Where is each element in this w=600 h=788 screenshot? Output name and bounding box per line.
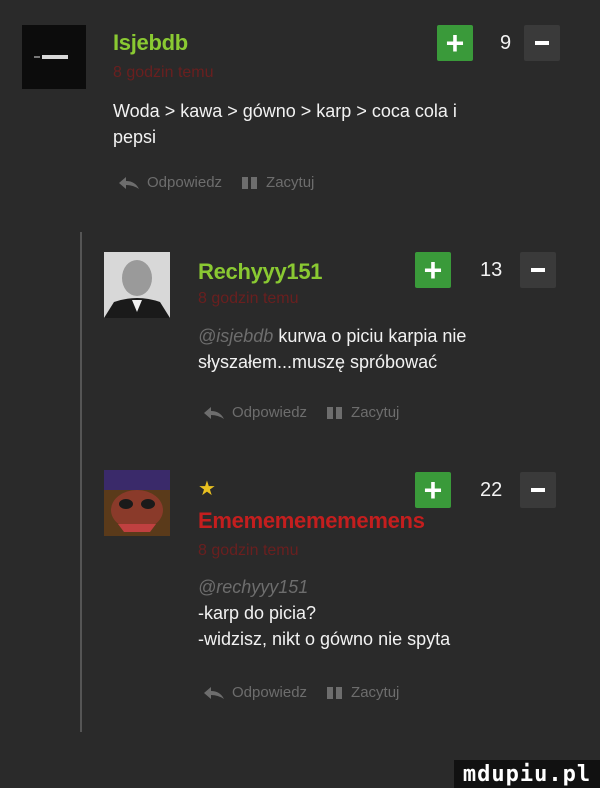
watermark: mdupiu.pl: [454, 760, 600, 788]
comment-line: słyszałem...muszę spróbować: [198, 352, 438, 372]
upvote-button[interactable]: +: [415, 252, 451, 288]
quote-button[interactable]: Zacytuj: [325, 684, 399, 701]
reply-button[interactable]: Odpowiedz: [202, 684, 307, 701]
comment-text: @rechyyy151 -karp do picia? -widzisz, ni…: [198, 574, 578, 652]
comment-line: pepsi: [113, 127, 157, 147]
quote-icon: [242, 176, 258, 189]
downvote-button[interactable]: [524, 25, 560, 61]
star-icon: ★: [198, 478, 216, 500]
vote-score: 13: [480, 259, 503, 281]
timestamp: 8 godzin temu: [113, 64, 214, 81]
avatar-image: [22, 25, 86, 89]
reply-button[interactable]: Odpowiedz: [117, 174, 222, 191]
avatar[interactable]: [104, 252, 170, 318]
timestamp: 8 godzin temu: [198, 290, 299, 307]
mention-link[interactable]: @isjebdb: [198, 326, 273, 346]
quote-icon: [327, 406, 343, 419]
vote-score: 9: [500, 32, 512, 54]
quote-label: Zacytuj: [351, 684, 400, 701]
comment-line: -widzisz, nikt o gówno nie spyta: [198, 629, 451, 649]
avatar[interactable]: [22, 25, 86, 89]
avatar-image: [104, 252, 170, 318]
quote-button[interactable]: Zacytuj: [325, 404, 399, 421]
avatar[interactable]: [104, 470, 170, 536]
thread-line: [80, 232, 82, 732]
downvote-button[interactable]: [520, 472, 556, 508]
comment-actions: Odpowiedz Zacytuj: [117, 174, 314, 191]
quote-label: Zacytuj: [351, 404, 400, 421]
downvote-button[interactable]: [520, 252, 556, 288]
minus-icon: [535, 41, 549, 45]
username[interactable]: Isjebdb: [113, 30, 188, 56]
reply-button[interactable]: Odpowiedz: [202, 404, 307, 421]
reply-arrow-icon: [204, 686, 224, 699]
username[interactable]: Ememememememens: [198, 508, 425, 534]
comment-line: -karp do picia?: [198, 603, 317, 623]
mention-link[interactable]: @rechyyy151: [198, 574, 578, 600]
comment-text: Woda > kawa > gówno > karp > coca cola i…: [113, 98, 553, 150]
comment-actions: Odpowiedz Zacytuj: [202, 404, 399, 421]
reply-arrow-icon: [204, 406, 224, 419]
reply-label: Odpowiedz: [232, 404, 308, 421]
comment-text: @isjebdb kurwa o piciu karpia nie słysza…: [198, 323, 578, 375]
quote-label: Zacytuj: [266, 174, 315, 191]
comment-line: @isjebdb kurwa o piciu karpia nie: [198, 323, 578, 349]
upvote-button[interactable]: +: [415, 472, 451, 508]
quote-icon: [327, 686, 343, 699]
comment-line: Woda > kawa > gówno > karp > coca cola i: [113, 101, 457, 121]
avatar-image: [104, 470, 170, 536]
vote-score: 22: [480, 479, 503, 501]
comment-actions: Odpowiedz Zacytuj: [202, 684, 399, 701]
comment-line-text: kurwa o piciu karpia nie: [278, 326, 467, 346]
username[interactable]: Rechyyy151: [198, 259, 323, 285]
timestamp: 8 godzin temu: [198, 542, 299, 559]
reply-label: Odpowiedz: [232, 684, 308, 701]
minus-icon: [531, 268, 545, 272]
reply-label: Odpowiedz: [147, 174, 223, 191]
minus-icon: [531, 488, 545, 492]
quote-button[interactable]: Zacytuj: [240, 174, 314, 191]
reply-arrow-icon: [119, 176, 139, 189]
upvote-button[interactable]: +: [437, 25, 473, 61]
